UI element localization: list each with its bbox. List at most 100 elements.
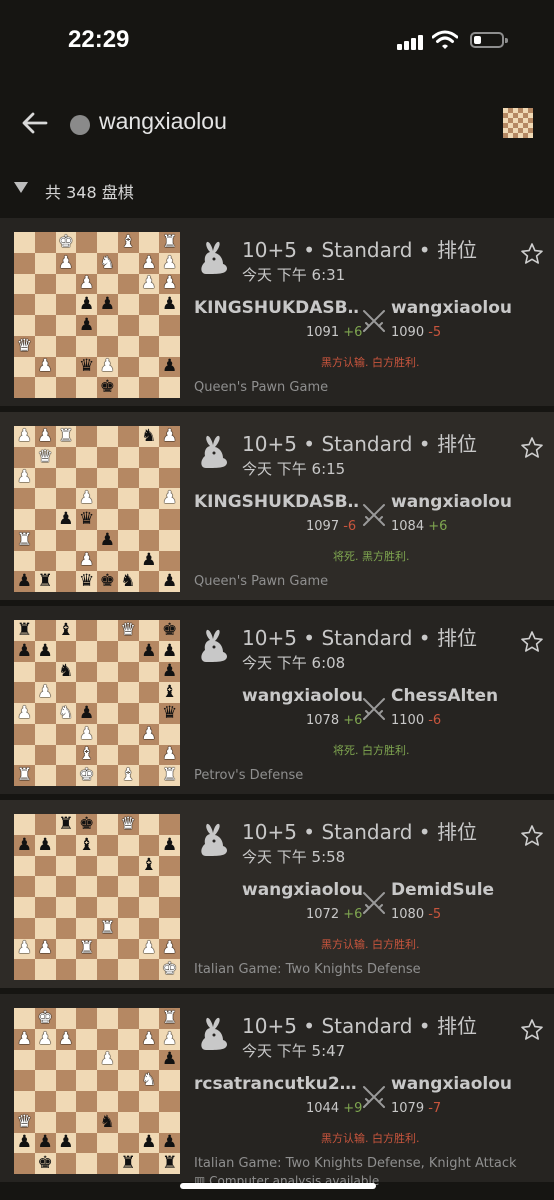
board-square <box>117 897 139 918</box>
black-player-name[interactable]: wangxiaolou <box>391 1074 512 1094</box>
white-player-name[interactable]: KINGSHUKDASB… <box>194 492 360 512</box>
board-square: ♛ <box>76 509 97 530</box>
collapse-triangle-icon[interactable] <box>14 182 28 193</box>
board-square <box>138 571 160 592</box>
board-square <box>138 876 160 897</box>
black-rating-diff: -6 <box>428 713 442 728</box>
game-time: 今天 下午 5:58 <box>242 848 346 866</box>
game-board-thumbnail[interactable]: ♜ ♚ ♛ ♟ ♟ ♝ ♟ ♝ ♜ ♟ ♟ ♜ ♟ ♟ ♚ <box>14 814 180 980</box>
opening-name: Queen's Pawn Game <box>194 574 329 589</box>
board-theme-icon[interactable] <box>503 108 533 138</box>
white-piece: ♝ <box>120 231 136 252</box>
board-square <box>97 509 118 530</box>
board-square <box>14 876 35 897</box>
board-square <box>76 855 97 877</box>
game-board-thumbnail[interactable]: ♚ ♝ ♜ ♟ ♞ ♟ ♟ ♟ ♟ ♟ ♟ ♟ ♟ ♟ ♛ ♟ ♛ ♟ ♟ ♚ <box>14 232 180 398</box>
board-square: ♟ <box>138 640 160 662</box>
board-square <box>55 1111 77 1133</box>
white-rating-value: 1097 <box>306 519 340 534</box>
board-square <box>34 529 56 551</box>
white-piece: ♞ <box>99 252 115 273</box>
back-arrow-icon[interactable] <box>18 106 52 140</box>
game-card[interactable]: ♜ ♝ ♛ ♚ ♟ ♟ ♟ ♟ ♞ ♟ ♟ ♝ ♟ ♞ ♟ ♛ ♟ ♟ ♝ ♟ ♜ ♚ ♝ ♜ 10+5 • Standard… <box>0 606 554 794</box>
board-square <box>34 377 56 398</box>
rabbit-icon <box>201 1017 227 1050</box>
board-square <box>117 509 139 530</box>
board-square <box>34 661 56 683</box>
white-piece: ♟ <box>16 938 32 959</box>
games-count-row[interactable]: 共 348 盘棋 <box>0 164 554 218</box>
white-piece: ♟ <box>16 1028 32 1049</box>
black-piece: ♝ <box>79 834 95 855</box>
game-board-thumbnail[interactable]: ♜ ♝ ♛ ♚ ♟ ♟ ♟ ♟ ♞ ♟ ♟ ♝ ♟ ♞ ♟ ♛ ♟ ♟ ♝ ♟ ♜ ♚ ♝ ♜ <box>14 620 180 786</box>
white-piece: ♟ <box>141 252 157 273</box>
white-rating: 1091 +6 <box>306 325 362 340</box>
game-card[interactable]: ♟ ♟ ♜ ♞ ♟ ♛ ♟ ♟ ♟ ♟ ♛ ♜ ♟ ♟ ♟ ♟ ♜ ♛ ♚ ♞ ♟ 10+5 • Standard • … <box>0 412 554 600</box>
board-square <box>97 876 118 897</box>
white-piece: ♞ <box>141 1070 157 1091</box>
black-rating-diff: +6 <box>428 519 448 534</box>
home-indicator <box>180 1183 376 1189</box>
board-square <box>14 682 35 703</box>
game-card[interactable]: ♜ ♚ ♛ ♟ ♟ ♝ ♟ ♝ ♜ ♟ ♟ ♜ ♟ ♟ ♚ 10+5 • Standard • 排位 今天 … <box>0 800 554 988</box>
board-square: ♟ <box>76 273 97 295</box>
board-square <box>55 765 77 786</box>
star-icon[interactable] <box>520 1018 544 1042</box>
game-board-thumbnail[interactable]: ♟ ♟ ♜ ♞ ♟ ♛ ♟ ♟ ♟ ♟ ♛ ♜ ♟ ♟ ♟ ♟ ♜ ♛ ♚ ♞ ♟ <box>14 426 180 592</box>
board-square <box>97 855 118 877</box>
battery-icon <box>470 32 508 48</box>
board-square <box>34 273 56 295</box>
board-square <box>76 1132 97 1154</box>
board-square: ♜ <box>14 529 35 551</box>
board-square: ♟ <box>14 571 35 592</box>
white-piece: ♟ <box>16 467 32 488</box>
star-icon[interactable] <box>520 436 544 460</box>
black-piece: ♞ <box>58 661 74 682</box>
board-square <box>138 917 160 939</box>
board-square: ♜ <box>34 571 56 592</box>
white-player-name[interactable]: KINGSHUKDASB… <box>194 298 360 318</box>
board-square: ♞ <box>138 426 160 447</box>
board-square <box>14 315 35 336</box>
star-icon[interactable] <box>520 630 544 654</box>
board-square <box>138 620 160 641</box>
black-player-name[interactable]: wangxiaolou <box>391 492 512 512</box>
board-square <box>55 682 77 703</box>
black-rating-value: 1090 <box>391 325 425 340</box>
board-square <box>117 335 139 357</box>
black-piece: ♟ <box>37 834 53 855</box>
board-square <box>14 294 35 315</box>
board-square <box>97 467 118 489</box>
board-square: ♟ <box>138 723 160 745</box>
game-card[interactable]: ♚ ♝ ♜ ♟ ♞ ♟ ♟ ♟ ♟ ♟ ♟ ♟ ♟ ♟ ♛ ♟ ♛ ♟ ♟ ♚ 10+5 • Standard • 排… <box>0 218 554 406</box>
board-square <box>76 446 97 468</box>
black-player-name[interactable]: DemidSule <box>391 880 494 900</box>
board-square <box>55 446 77 468</box>
board-square <box>97 620 118 641</box>
board-square <box>34 814 56 835</box>
game-board-thumbnail[interactable]: ♚ ♜ ♟ ♟ ♟ ♟ ♟ ♟ ♟ ♞ ♛ ♞ ♟ ♟ ♟ ♟ ♟ ♚ ♜ ♜ <box>14 1008 180 1174</box>
board-square <box>14 917 35 939</box>
black-piece: ♝ <box>162 682 178 703</box>
board-square: ♟ <box>34 1028 56 1050</box>
board-square: ♜ <box>159 1008 180 1029</box>
board-square <box>14 509 35 530</box>
board-square <box>138 1049 160 1071</box>
black-rating: 1100 -6 <box>391 713 441 728</box>
black-piece: ♟ <box>162 571 178 592</box>
board-square <box>138 834 160 856</box>
black-player-name[interactable]: ChessAlten <box>391 686 498 706</box>
black-player-name[interactable]: wangxiaolou <box>391 298 512 318</box>
board-square: ♟ <box>14 1132 35 1154</box>
board-square <box>34 1070 56 1091</box>
board-square <box>117 744 139 766</box>
board-square <box>138 1111 160 1133</box>
game-card[interactable]: ♚ ♜ ♟ ♟ ♟ ♟ ♟ ♟ ♟ ♞ ♛ ♞ ♟ ♟ ♟ ♟ ♟ ♚ ♜ ♜ 10+5 • Standard • 排… <box>0 994 554 1188</box>
game-time: 今天 下午 5:47 <box>242 1042 346 1060</box>
board-square: ♟ <box>138 252 160 274</box>
star-icon[interactable] <box>520 824 544 848</box>
white-piece: ♜ <box>162 765 178 786</box>
star-icon[interactable] <box>520 242 544 266</box>
board-square: ♟ <box>34 426 56 447</box>
white-player-name[interactable]: rcsatrancutku2… <box>194 1074 360 1094</box>
